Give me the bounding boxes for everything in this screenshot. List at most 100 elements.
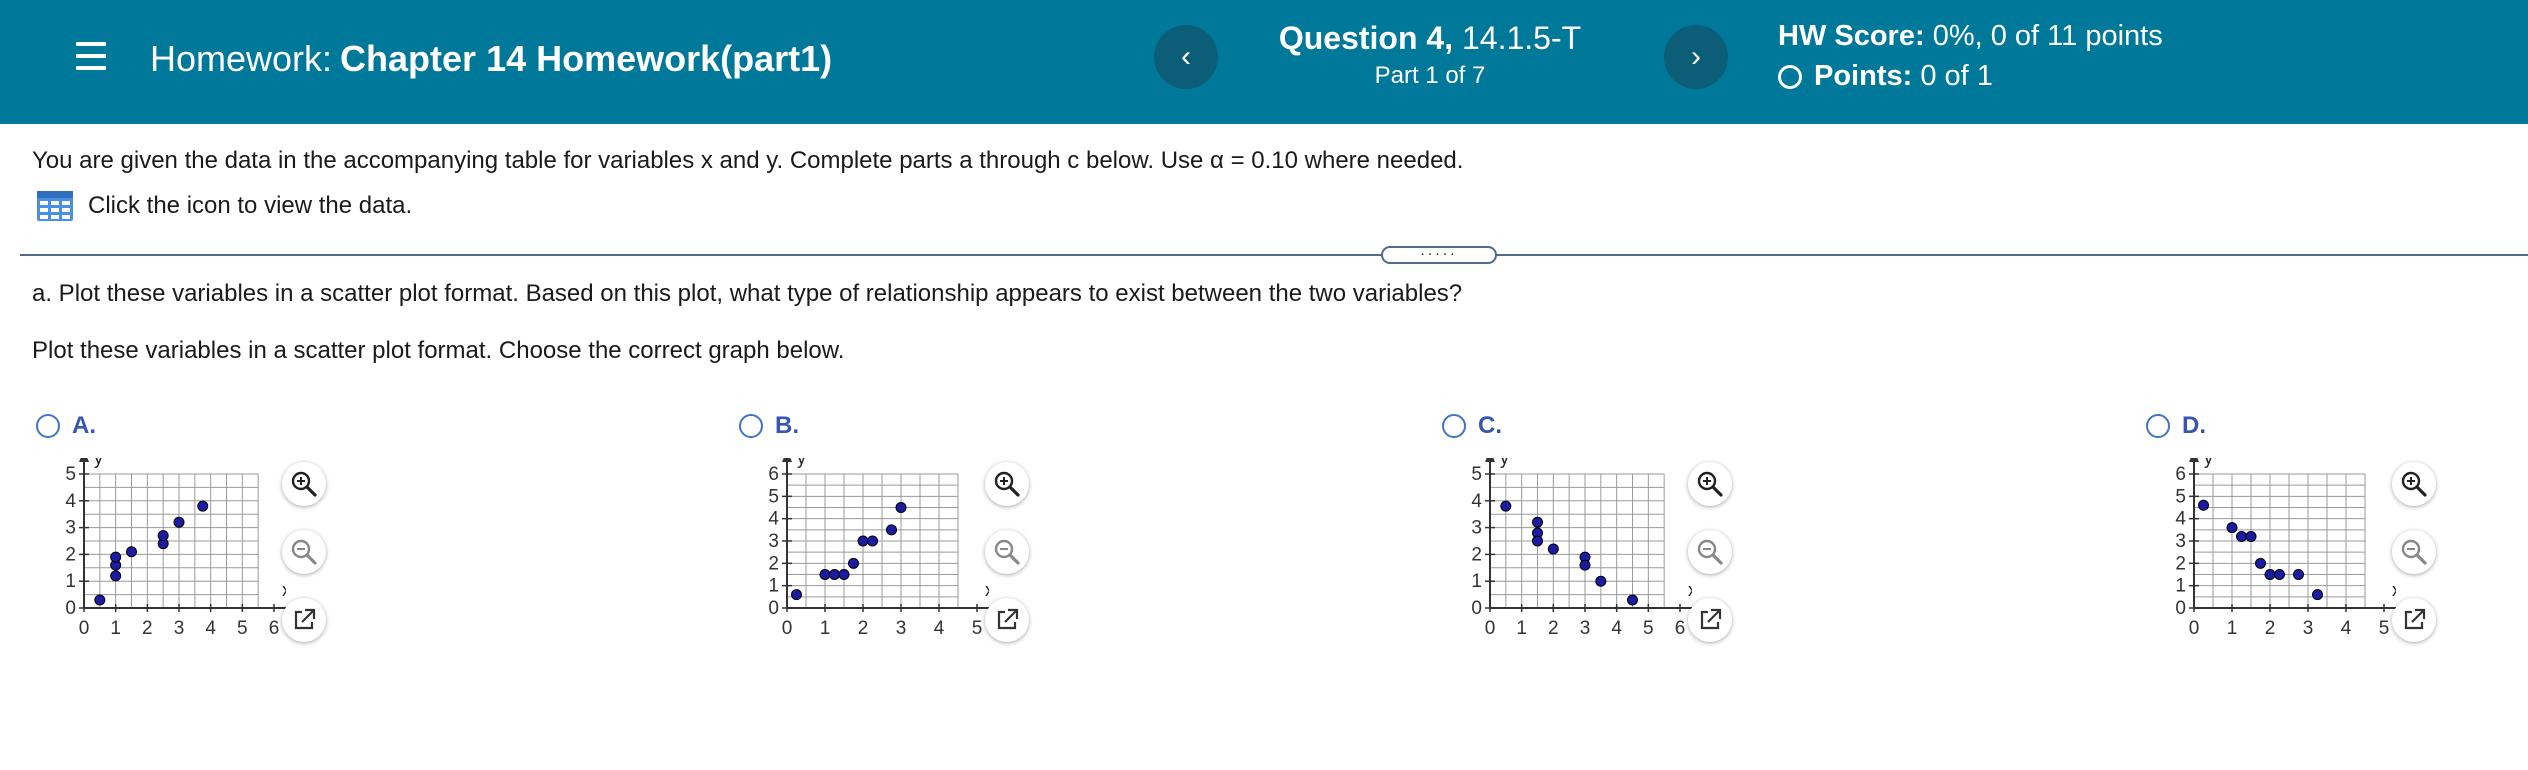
data-point [110,570,122,582]
y-axis-arrow [2189,458,2199,462]
x-tick-label: 4 [2341,618,2352,639]
hamburger-menu-icon[interactable] [76,42,106,70]
data-point [1595,575,1607,587]
data-point [857,535,869,547]
x-axis-label: x [282,580,286,600]
option-c-scatter-plot: xy0123456012345 [1471,458,1692,639]
x-axis-label: x [2392,580,2396,600]
option-a-zoom-out-button[interactable] [282,530,326,574]
y-tick-label: 2 [65,544,76,565]
option-c-radio-row[interactable]: C. [1442,412,1502,440]
option-a-radio-row[interactable]: A. [36,412,96,440]
x-tick-label: 0 [2189,618,2200,639]
option-c-zoom-out-button[interactable] [1688,530,1732,574]
x-tick-label: 4 [1611,618,1622,639]
zoom-out-icon[interactable] [2399,537,2429,567]
plot-grid [1489,473,1665,609]
option-d-zoom-in-button[interactable] [2392,462,2436,506]
zoom-in-icon[interactable] [992,469,1022,499]
view-data-link[interactable]: Click the icon to view the data. [36,190,412,222]
hw-score-label: HW Score: [1778,20,1925,52]
option-d-scatter-plot: xy0123450123456 [2175,458,2396,639]
plot-grid [2193,473,2366,609]
question-part: Part 1 of 7 [1374,62,1486,89]
data-point [157,530,169,542]
option-d-radio[interactable] [2146,414,2170,438]
y-tick-label: 4 [768,509,779,530]
popout-icon[interactable] [2400,606,2428,634]
y-axis-label: y [1500,458,1509,468]
zoom-in-icon[interactable] [1695,469,1725,499]
y-tick-label: 4 [65,491,76,512]
y-axis-arrow [79,458,89,462]
option-a-zoom-in-button[interactable] [282,462,326,506]
previous-question-button[interactable]: ‹ [1154,25,1218,89]
x-tick-label: 5 [237,618,248,639]
table-grid-icon[interactable] [36,190,74,222]
option-d-label[interactable]: D. [2182,412,2206,440]
y-axis-arrow [1485,458,1495,462]
zoom-out-icon[interactable] [1695,537,1725,567]
popout-icon[interactable] [993,606,1021,634]
option-d-popout-button[interactable] [2392,598,2436,642]
zoom-out-icon[interactable] [289,537,319,567]
x-tick-label: 1 [2227,618,2238,639]
option-a-popout-button[interactable] [282,598,326,642]
option-a-label[interactable]: A. [72,412,96,440]
y-axis-label: y [797,458,806,468]
y-tick-label: 5 [2175,486,2186,507]
data-point [173,516,185,528]
option-b-zoom-out-button[interactable] [985,530,1029,574]
y-tick-label: 0 [2175,598,2186,619]
view-data-text[interactable]: Click the icon to view the data. [88,192,412,220]
x-tick-label: 2 [1548,618,1559,639]
zoom-out-icon[interactable] [992,537,1022,567]
zoom-in-icon[interactable] [2399,469,2429,499]
y-axis-label: y [2204,458,2213,468]
x-tick-label: 1 [820,618,831,639]
y-tick-label: 3 [65,518,76,539]
data-point [1532,535,1543,547]
option-b-popout-button[interactable] [985,598,1029,642]
homework-label: Homework: [150,38,333,79]
data-point [819,569,831,580]
option-b-radio-row[interactable]: B. [739,412,799,440]
popout-icon[interactable] [290,606,318,634]
y-tick-label: 2 [1471,544,1482,565]
y-tick-label: 2 [2175,553,2186,574]
next-question-button[interactable]: › [1664,25,1728,89]
data-point [838,569,850,580]
x-tick-label: 1 [110,618,121,639]
option-c-radio[interactable] [1442,414,1466,438]
divider-drag-handle[interactable]: ..... [1381,243,1497,264]
data-point [2236,531,2247,543]
chevron-left-icon: ‹ [1181,40,1191,73]
x-tick-label: 3 [1580,618,1591,639]
option-d-zoom-out-button[interactable] [2392,530,2436,574]
option-b-radio[interactable] [739,414,763,438]
question-intro: You are given the data in the accompanyi… [32,147,1464,174]
y-tick-label: 1 [65,571,76,592]
option-b-zoom-in-button[interactable] [985,462,1029,506]
option-d-radio-row[interactable]: D. [2146,412,2206,440]
x-tick-label: 0 [1485,618,1496,639]
x-tick-label: 5 [1643,618,1654,639]
option-a-radio[interactable] [36,414,60,438]
option-b-label[interactable]: B. [775,412,799,440]
option-c-popout-button[interactable] [1688,598,1732,642]
popout-icon[interactable] [1696,606,1724,634]
option-c-zoom-in-button[interactable] [1688,462,1732,506]
option-b: B. xy0123450123456 [739,410,1069,680]
data-point [1500,500,1512,512]
zoom-in-icon[interactable] [289,469,319,499]
y-tick-label: 5 [1471,464,1482,485]
data-point [1579,559,1591,571]
x-tick-label: 6 [1675,618,1686,639]
question-title: Question 4, 14.1.5-T [1230,20,1630,57]
x-tick-label: 3 [174,618,185,639]
hw-score-value: 0%, 0 of 11 points [1932,20,2163,52]
data-point [94,594,106,606]
data-point [2198,499,2209,511]
option-c-label[interactable]: C. [1478,412,1502,440]
top-header-bar: Homework: Chapter 14 Homework(part1) ‹ Qu… [0,0,2528,124]
